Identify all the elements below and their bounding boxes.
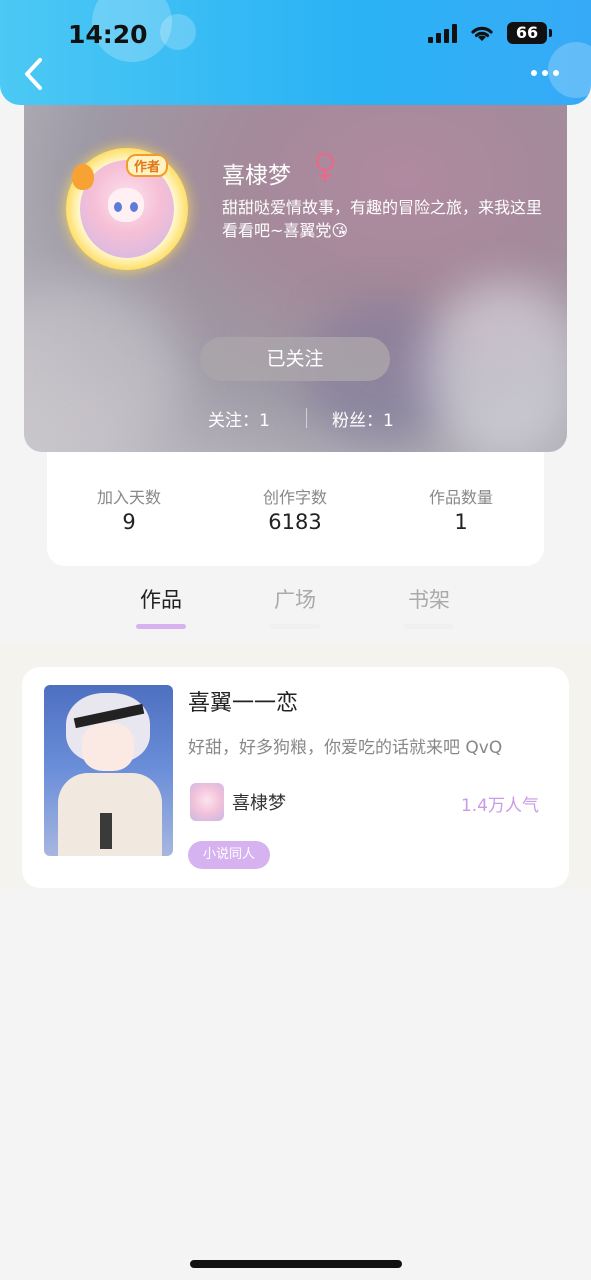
stats-card: 加入天数 9 创作字数 6183 作品数量 1 xyxy=(47,452,544,566)
stat-value: 6183 xyxy=(268,510,322,534)
work-title[interactable]: 喜翼一一恋 xyxy=(188,685,298,717)
work-card[interactable]: 喜翼一一恋 好甜，好多狗粮，你爱吃的话就来吧 QvQ 喜棣梦 1.4万人气 小说… xyxy=(22,667,569,888)
tab-works[interactable]: 作品 xyxy=(121,584,201,629)
author-avatar[interactable]: 作者 xyxy=(66,148,188,270)
tab-plaza[interactable]: 广场 xyxy=(255,584,335,629)
battery-icon: 66 xyxy=(507,22,552,44)
stat-value: 1 xyxy=(454,510,468,534)
tab-indicator xyxy=(270,624,320,629)
stat-works-count: 作品数量 1 xyxy=(391,484,531,534)
more-options-icon[interactable] xyxy=(531,62,565,84)
home-indicator[interactable] xyxy=(190,1260,402,1268)
stat-label: 创作字数 xyxy=(262,488,327,507)
stat-label: 作品数量 xyxy=(428,488,493,507)
tab-label: 广场 xyxy=(274,588,316,612)
work-author-avatar[interactable] xyxy=(190,783,224,821)
tab-label: 作品 xyxy=(140,588,182,612)
follow-button[interactable]: 已关注 xyxy=(200,337,390,381)
work-popularity: 1.4万人气 xyxy=(460,796,539,816)
stat-word-count: 创作字数 6183 xyxy=(225,484,365,534)
stat-join-days: 加入天数 9 xyxy=(59,484,199,534)
author-badge: 作者 xyxy=(126,154,169,177)
stat-value: 9 xyxy=(122,510,136,534)
tab-bookshelf[interactable]: 书架 xyxy=(389,584,469,629)
work-tag[interactable]: 小说同人 xyxy=(188,841,271,869)
tab-indicator xyxy=(404,624,454,629)
fans-count[interactable]: 粉丝：1 xyxy=(332,406,394,431)
username: 喜棣梦 xyxy=(222,163,291,189)
work-author-name[interactable]: 喜棣梦 xyxy=(232,789,286,815)
user-bio: 甜甜哒爱情故事，有趣的冒险之旅，来我这里看看吧~喜翼党😘 xyxy=(222,198,543,240)
cellular-signal-icon xyxy=(428,23,457,43)
tab-bar: 作品 广场 书架 xyxy=(0,580,591,640)
stat-label: 加入天数 xyxy=(96,488,161,507)
profile-card: 作者 喜棣梦 甜甜哒爱情故事，有趣的冒险之旅，来我这里看看吧~喜翼党😘 已关注 … xyxy=(24,60,567,452)
work-cover-image[interactable] xyxy=(44,685,173,856)
tab-active-indicator xyxy=(136,624,186,629)
status-icons: 66 xyxy=(428,22,552,44)
balloon-icon xyxy=(72,164,94,190)
top-nav-bar: 14:20 66 xyxy=(0,0,591,105)
divider xyxy=(306,408,307,428)
female-icon xyxy=(315,152,335,182)
status-time: 14:20 xyxy=(68,20,148,49)
back-icon[interactable] xyxy=(20,56,50,92)
tab-label: 书架 xyxy=(408,588,450,612)
wifi-icon xyxy=(471,26,493,41)
following-count[interactable]: 关注：1 xyxy=(208,406,270,431)
work-description: 好甜，好多狗粮，你爱吃的话就来吧 QvQ xyxy=(188,738,503,758)
